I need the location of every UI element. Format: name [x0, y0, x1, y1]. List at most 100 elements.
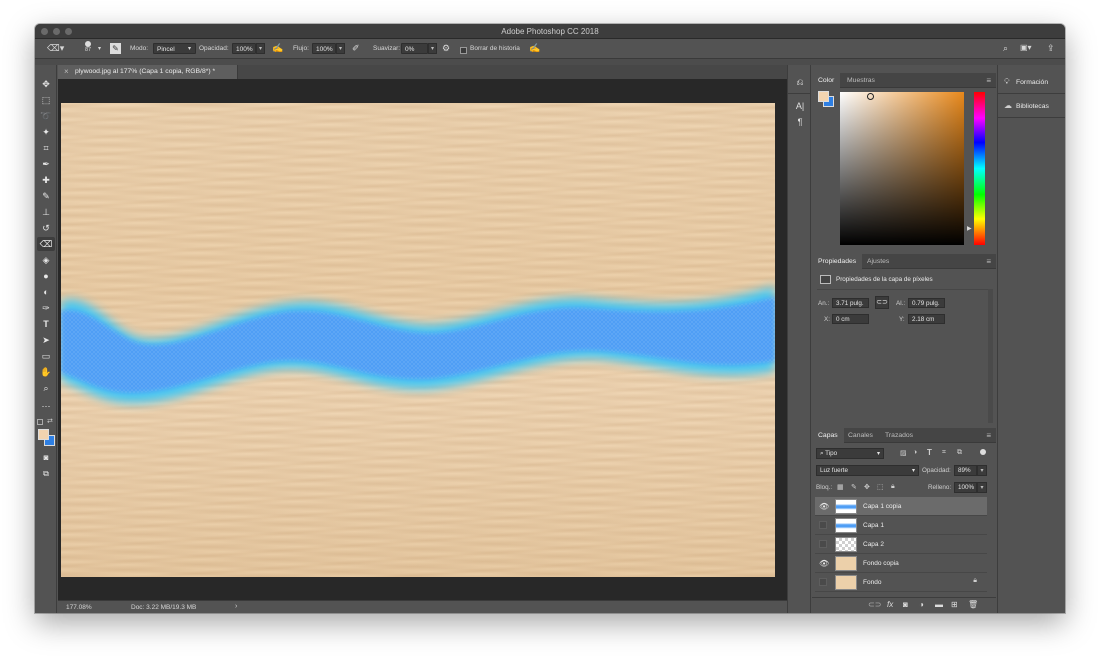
lasso-icon[interactable]: ➰	[37, 109, 55, 123]
add-mask-icon[interactable]: ◙	[903, 600, 908, 609]
eraser-icon[interactable]: ⌫	[37, 237, 55, 251]
marquee-icon[interactable]: ⬚	[37, 93, 55, 107]
tab-paths[interactable]: Trazados	[879, 428, 919, 443]
lock-transparent-icon[interactable]: ▦	[837, 483, 844, 491]
tab-adjustments[interactable]: Ajustes	[861, 254, 895, 269]
tab-channels[interactable]: Canales	[842, 428, 879, 443]
color-picker-cursor[interactable]	[867, 93, 874, 100]
y-input[interactable]: 2.18 cm	[908, 314, 945, 324]
more-tools-icon[interactable]: ⋯	[37, 399, 55, 413]
color-panel-foreground-swatch[interactable]	[818, 91, 829, 102]
tab-properties[interactable]: Propiedades	[812, 254, 863, 269]
tab-swatches[interactable]: Muestras	[841, 73, 881, 88]
libraries-panel-item[interactable]: ☁︎ Bibliotecas	[1004, 99, 1049, 113]
color-picker-field[interactable]	[840, 92, 964, 245]
filter-smart-object-icon[interactable]: ⧉	[957, 449, 962, 457]
layer-row[interactable]: 👁︎ Fondo copia	[815, 554, 987, 573]
document-tab[interactable]: × plywood.jpg al 177% (Capa 1 copia, RGB…	[58, 65, 238, 79]
layer-row[interactable]: Fondo 🔒︎	[815, 573, 987, 592]
layer-filter-select[interactable]: ⌕ Tipo ▾	[816, 448, 884, 459]
properties-panel-menu-icon[interactable]: ≡	[986, 257, 991, 266]
smoothing-options-gear-icon[interactable]: ⚙	[442, 42, 450, 54]
filter-pixel-icon[interactable]: ▨	[900, 449, 907, 457]
workspace-icon[interactable]: ▣▾	[1020, 42, 1032, 54]
character-panel-icon[interactable]: A|	[792, 99, 808, 113]
move-icon[interactable]: ✥	[37, 77, 55, 91]
layer-row[interactable]: Capa 2	[815, 535, 987, 554]
layer-effects-icon[interactable]: fx	[887, 600, 893, 609]
paragraph-panel-icon[interactable]: ¶	[792, 115, 808, 129]
blend-mode-select[interactable]: Luz fuerte ▾	[816, 465, 919, 476]
filter-type-icon[interactable]: T	[927, 448, 932, 457]
new-group-icon[interactable]: ▬	[935, 600, 943, 609]
layer-row[interactable]: 👁︎ Capa 1 copia	[815, 497, 987, 516]
lock-artboard-icon[interactable]: ⬚	[877, 483, 884, 491]
swap-colors-icon[interactable]: ⇄	[47, 417, 53, 425]
zoom-level[interactable]: 177.08%	[66, 604, 92, 611]
new-layer-icon[interactable]: ⊞	[951, 600, 958, 609]
filter-toggle-icon[interactable]	[980, 449, 986, 455]
history-brush-icon[interactable]: ↺	[37, 221, 55, 235]
share-icon[interactable]: ⇪	[1047, 42, 1055, 54]
smooth-input[interactable]: 0%	[401, 43, 428, 54]
eyedropper-icon[interactable]: ✒	[37, 157, 55, 171]
brush-icon[interactable]: ✎	[37, 189, 55, 203]
hand-icon[interactable]: ✋	[37, 365, 55, 379]
brush-dropdown-icon[interactable]: ▾	[98, 43, 101, 55]
x-input[interactable]: 0 cm	[832, 314, 869, 324]
rectangle-icon[interactable]: ▭	[37, 349, 55, 363]
brush-panel-icon[interactable]: ✎	[110, 43, 121, 54]
opacity-dropdown-icon[interactable]: ▾	[256, 43, 265, 54]
smooth-dropdown-icon[interactable]: ▾	[428, 43, 437, 54]
history-panel-icon[interactable]: ⎌	[792, 75, 808, 89]
default-colors-icon[interactable]	[37, 419, 43, 425]
close-tab-icon[interactable]: ×	[64, 67, 69, 76]
healing-brush-icon[interactable]: ✚	[37, 173, 55, 187]
link-layers-icon[interactable]: ⊂⊃	[868, 600, 881, 609]
visibility-eye-icon[interactable]: 👁︎	[819, 559, 829, 568]
height-input[interactable]: 0.79 pulg.	[908, 298, 945, 308]
screen-mode-icon[interactable]: ⧉	[37, 467, 55, 481]
link-dimensions-icon[interactable]: ⊂⊃	[875, 296, 889, 309]
lock-position-icon[interactable]: ✥	[864, 483, 870, 491]
width-input[interactable]: 3.71 pulg.	[832, 298, 869, 308]
magic-wand-icon[interactable]: ✦	[37, 125, 55, 139]
eraser-preset-icon[interactable]: ⌫▾	[47, 42, 64, 54]
crop-icon[interactable]: ⌗	[37, 141, 55, 155]
erase-history-checkbox[interactable]	[460, 47, 467, 54]
pressure-opacity-icon[interactable]: ✍	[272, 42, 283, 54]
brush-size-picker[interactable]: 87	[79, 40, 97, 53]
blur-icon[interactable]: ●	[37, 269, 55, 283]
dodge-icon[interactable]: ◐	[37, 285, 55, 299]
layer-row[interactable]: Capa 1	[815, 516, 987, 535]
image-canvas[interactable]	[61, 103, 775, 577]
visibility-toggle-box[interactable]	[819, 540, 827, 548]
layer-opacity-input[interactable]: 89%	[954, 465, 977, 476]
filter-shape-icon[interactable]: ⌗	[942, 449, 946, 457]
foreground-color-swatch[interactable]	[38, 429, 49, 440]
hue-slider-handle-icon[interactable]: ▶	[967, 225, 972, 232]
tab-color[interactable]: Color	[812, 73, 841, 88]
clone-stamp-icon[interactable]: ⊥	[37, 205, 55, 219]
delete-layer-icon[interactable]: 🗑︎	[968, 600, 978, 609]
search-icon[interactable]: ⌕	[1003, 42, 1008, 54]
visibility-eye-icon[interactable]: 👁︎	[819, 502, 829, 511]
airbrush-icon[interactable]: ✐	[352, 42, 360, 54]
layer-opacity-dropdown-icon[interactable]: ▾	[977, 465, 987, 476]
hue-slider[interactable]	[974, 92, 985, 245]
pressure-size-icon[interactable]: ✍	[529, 42, 540, 54]
opacity-input[interactable]: 100%	[232, 43, 256, 54]
layers-panel-menu-icon[interactable]: ≡	[986, 431, 991, 440]
type-icon[interactable]: T	[37, 317, 55, 331]
learn-panel-item[interactable]: 💡︎ Formación	[1004, 75, 1048, 89]
flow-input[interactable]: 100%	[312, 43, 336, 54]
visibility-toggle-box[interactable]	[819, 578, 827, 586]
flow-dropdown-icon[interactable]: ▾	[336, 43, 345, 54]
paint-bucket-icon[interactable]: ◈	[37, 253, 55, 267]
fill-dropdown-icon[interactable]: ▾	[977, 482, 987, 493]
lock-image-icon[interactable]: ✎	[851, 483, 857, 491]
visibility-toggle-box[interactable]	[819, 521, 827, 529]
quick-mask-icon[interactable]: ◙	[37, 451, 55, 465]
pen-icon[interactable]: ✑	[37, 301, 55, 315]
properties-scrollbar[interactable]	[988, 289, 993, 423]
